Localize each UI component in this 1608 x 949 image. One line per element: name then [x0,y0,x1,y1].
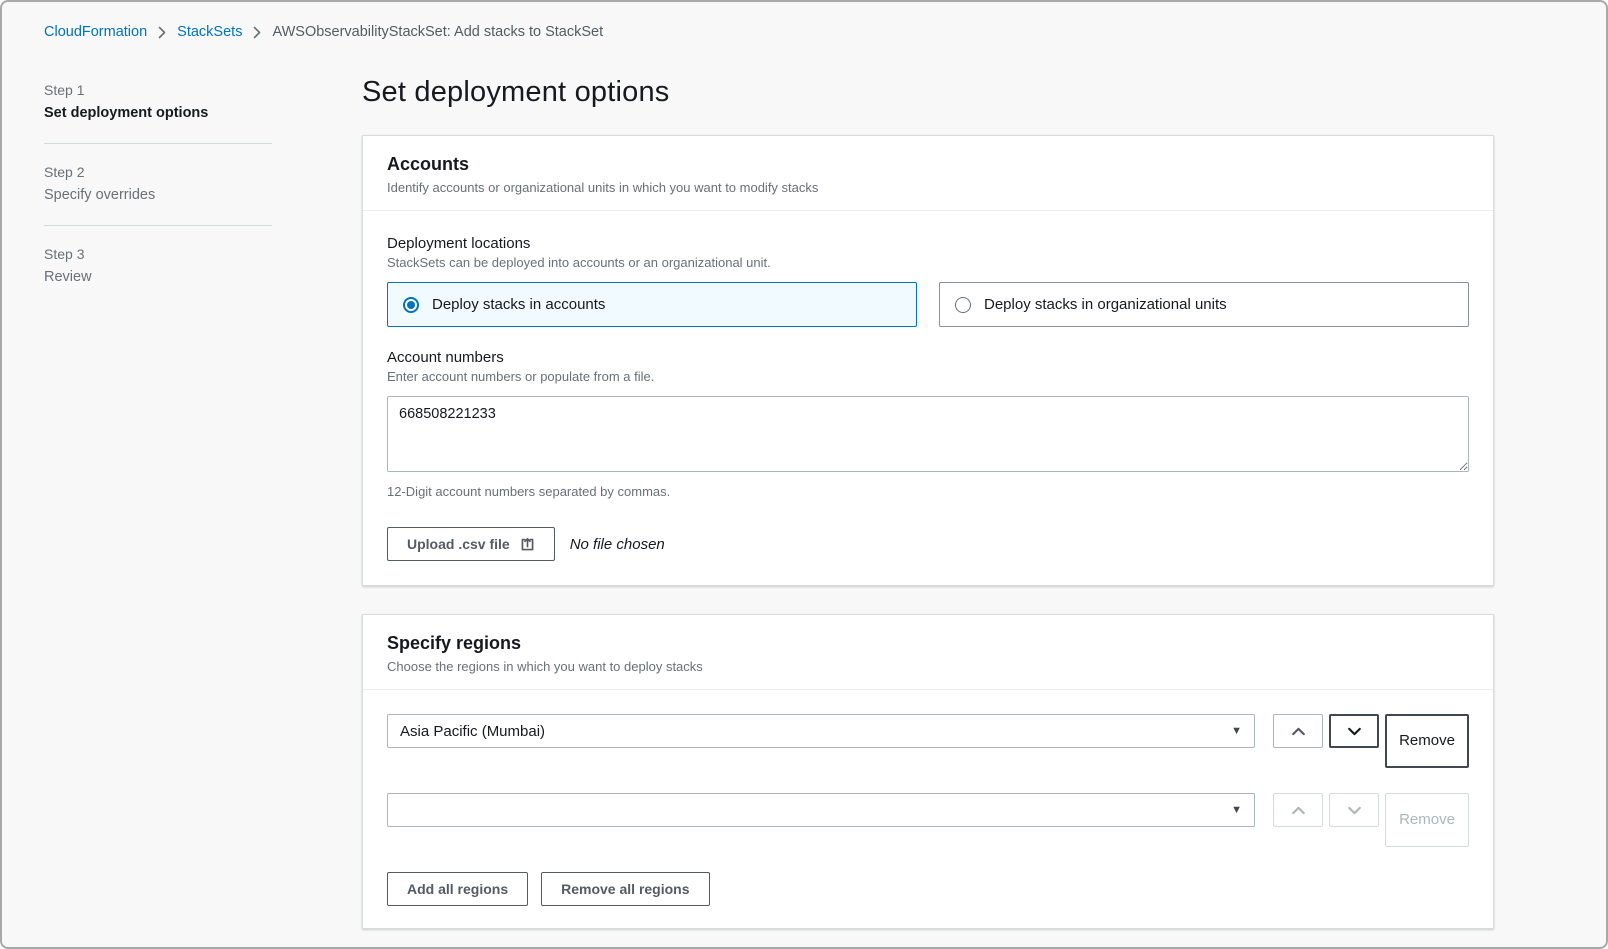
caret-down-icon: ▼ [1231,725,1242,737]
account-numbers-description: Enter account numbers or populate from a… [387,369,1469,384]
account-numbers-textarea[interactable]: 668508221233 [387,396,1469,472]
region-1-move-down-button[interactable] [1329,714,1379,748]
regions-card-header: Specify regions Choose the regions in wh… [363,615,1493,690]
accounts-card-description: Identify accounts or organizational unit… [387,180,1469,195]
region-2-move-up-button[interactable] [1273,793,1323,827]
remove-all-regions-button[interactable]: Remove all regions [541,872,709,906]
accounts-card: Accounts Identify accounts or organizati… [362,135,1494,586]
upload-csv-button[interactable]: Upload .csv file [387,527,555,561]
step-2-number: Step 2 [44,164,272,180]
region-row-1: Asia Pacific (Mumbai) ▼ Remove [387,714,1469,768]
breadcrumb: CloudFormation StackSets AWSObservabilit… [2,2,1606,56]
accounts-card-title: Accounts [387,154,1469,175]
region-1-move-up-button[interactable] [1273,714,1323,748]
radio-tile-deploy-ou-label: Deploy stacks in organizational units [984,296,1227,313]
steps-sidebar: Step 1 Set deployment options Step 2 Spe… [44,74,272,307]
step-1-label: Set deployment options [44,105,272,121]
chevron-down-icon [1346,723,1363,740]
chevron-up-icon [1290,802,1307,819]
accounts-card-header: Accounts Identify accounts or organizati… [363,136,1493,211]
chevron-right-icon [253,26,261,39]
radio-unchecked-icon [955,297,971,313]
upload-icon [520,537,535,552]
page-frame: CloudFormation StackSets AWSObservabilit… [0,0,1608,949]
region-2-move-down-button[interactable] [1329,793,1379,827]
chevron-up-icon [1290,723,1307,740]
caret-down-icon: ▼ [1231,804,1242,816]
breadcrumb-cloudformation[interactable]: CloudFormation [44,24,147,40]
deployment-locations-options: Deploy stacks in accounts Deploy stacks … [387,282,1469,327]
main-layout: Step 1 Set deployment options Step 2 Spe… [2,56,1606,949]
region-select-2[interactable]: ▼ [387,793,1255,827]
page-title: Set deployment options [362,76,1494,109]
deployment-locations-label: Deployment locations [387,235,1469,252]
upload-csv-button-label: Upload .csv file [407,535,510,553]
regions-card: Specify regions Choose the regions in wh… [362,614,1494,929]
upload-row: Upload .csv file No file chosen [387,527,1469,563]
regions-card-body: Asia Pacific (Mumbai) ▼ Remove [363,690,1493,928]
chevron-down-icon [1346,802,1363,819]
chevron-right-icon [158,26,166,39]
account-numbers-constraint: 12-Digit account numbers separated by co… [387,484,1469,499]
regions-card-title: Specify regions [387,633,1469,654]
step-item-1[interactable]: Step 1 Set deployment options [44,82,272,143]
account-numbers-label: Account numbers [387,349,1469,366]
file-chosen-status: No file chosen [570,536,665,553]
accounts-card-body: Deployment locations StackSets can be de… [363,211,1493,585]
deployment-locations-description: StackSets can be deployed into accounts … [387,255,1469,270]
region-select-1-value: Asia Pacific (Mumbai) [400,723,545,740]
radio-checked-icon [403,297,419,313]
step-1-number: Step 1 [44,82,272,98]
region-2-remove-button[interactable]: Remove [1385,793,1469,847]
radio-tile-deploy-accounts-label: Deploy stacks in accounts [432,296,605,313]
region-select-1[interactable]: Asia Pacific (Mumbai) ▼ [387,714,1255,748]
radio-tile-deploy-organizational-units[interactable]: Deploy stacks in organizational units [939,282,1469,327]
step-3-label: Review [44,269,272,285]
step-3-number: Step 3 [44,246,272,262]
step-2-label: Specify overrides [44,187,272,203]
breadcrumb-stacksets[interactable]: StackSets [177,24,242,40]
breadcrumb-current-page: AWSObservabilityStackSet: Add stacks to … [272,24,603,40]
add-all-regions-button[interactable]: Add all regions [387,872,528,906]
main-content: Set deployment options Accounts Identify… [362,74,1494,949]
radio-tile-deploy-accounts[interactable]: Deploy stacks in accounts [387,282,917,327]
step-item-3[interactable]: Step 3 Review [44,225,272,307]
regions-card-description: Choose the regions in which you want to … [387,659,1469,674]
step-item-2[interactable]: Step 2 Specify overrides [44,143,272,225]
region-1-remove-button[interactable]: Remove [1385,714,1469,768]
region-row-2: ▼ Remove [387,793,1469,847]
region-actions: Add all regions Remove all regions [387,872,1469,906]
